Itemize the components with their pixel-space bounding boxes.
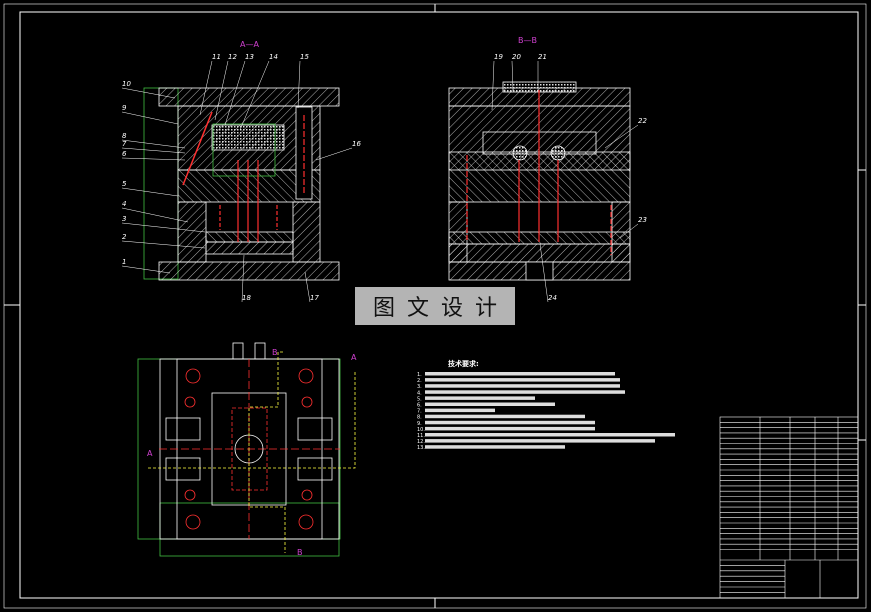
requirement-number: 11. xyxy=(417,433,425,439)
requirement-text xyxy=(425,439,655,443)
cut-marker-b-bottom: B xyxy=(297,548,303,557)
section-label-b: B—B xyxy=(518,36,537,45)
watermark: 图 文 设 计 xyxy=(355,287,515,325)
requirement-number: 13. xyxy=(417,445,425,451)
watermark-char: 计 xyxy=(474,296,497,321)
requirement-number: 7. xyxy=(417,409,422,415)
requirement-number: 9. xyxy=(417,421,422,427)
section-view-b: B—B xyxy=(448,36,631,281)
watermark-char: 设 xyxy=(440,296,463,321)
requirement-text xyxy=(425,426,595,431)
requirement-text xyxy=(425,433,675,437)
technical-requirements: 技术要求: 1.2.3.4.5.6.7.8.9.10.11.12.13. xyxy=(417,359,675,451)
requirement-number: 10. xyxy=(417,427,425,433)
part-number-label: 18 xyxy=(242,294,251,302)
part-number-label: 12 xyxy=(228,53,237,61)
part-number-label: 10 xyxy=(122,80,131,88)
part-number-label: 8 xyxy=(122,132,127,140)
requirement-number: 5. xyxy=(417,396,422,402)
cut-marker-a-top: A xyxy=(351,353,357,362)
leader-line xyxy=(121,187,179,197)
part-number-label: 9 xyxy=(122,104,127,112)
section-view-a: A—A xyxy=(143,40,340,281)
leader-line xyxy=(315,147,353,161)
plan-view: A A B B xyxy=(137,342,357,557)
requirement-number: 8. xyxy=(417,415,422,421)
part-number-label: 15 xyxy=(300,53,309,61)
leader-line xyxy=(121,111,179,125)
part-number-label: 20 xyxy=(512,53,521,61)
requirement-text xyxy=(425,414,585,419)
requirement-number: 4. xyxy=(417,390,422,396)
part-number-label: 11 xyxy=(212,53,221,61)
requirement-number: 2. xyxy=(417,378,422,384)
section-label-a: A—A xyxy=(240,40,259,49)
requirement-text xyxy=(425,390,625,394)
part-number-label: 24 xyxy=(548,294,557,302)
part-number-label: 1 xyxy=(122,258,126,266)
part-number-label: 23 xyxy=(638,216,647,224)
requirement-text xyxy=(425,420,595,425)
requirement-text xyxy=(425,378,620,382)
watermark-char: 文 xyxy=(406,296,429,321)
part-number-label: 21 xyxy=(538,53,547,61)
requirements-title: 技术要求: xyxy=(448,359,479,368)
cut-marker-b-top: B xyxy=(272,348,278,357)
requirement-text xyxy=(425,402,555,406)
title-block xyxy=(719,416,859,599)
requirement-number: 1. xyxy=(417,372,422,378)
requirement-text xyxy=(425,384,620,388)
part-number-label: 22 xyxy=(638,117,647,125)
requirement-number: 6. xyxy=(417,403,422,409)
part-number-label: 7 xyxy=(122,140,127,148)
leader-line xyxy=(121,147,186,154)
requirement-text xyxy=(425,396,535,400)
requirement-text xyxy=(425,372,615,376)
requirement-text xyxy=(425,408,495,413)
part-number-label: 6 xyxy=(122,150,127,158)
leader-line xyxy=(121,157,186,161)
part-number-label: 3 xyxy=(122,215,126,223)
cut-marker-a-left: A xyxy=(147,449,153,458)
part-number-label: 17 xyxy=(310,294,319,302)
requirement-number: 3. xyxy=(417,384,422,390)
part-number-label: 2 xyxy=(122,233,127,241)
part-number-label: 14 xyxy=(269,53,278,61)
part-number-label: 16 xyxy=(352,140,361,148)
part-number-label: 19 xyxy=(494,53,503,61)
watermark-char: 图 xyxy=(372,296,395,321)
part-number-label: 13 xyxy=(245,53,254,61)
requirement-text xyxy=(425,445,565,449)
part-number-label: 4 xyxy=(122,200,126,208)
leader-line xyxy=(121,139,186,149)
requirement-number: 12. xyxy=(417,439,425,445)
part-number-label: 5 xyxy=(122,180,127,188)
